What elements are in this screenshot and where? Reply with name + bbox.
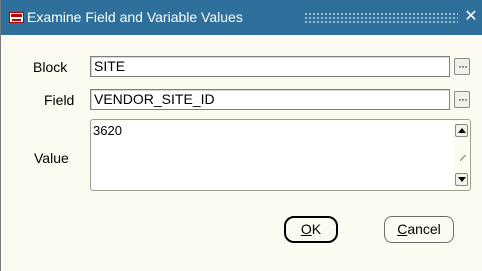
cancel-button[interactable]: Cancel — [384, 216, 454, 243]
close-icon[interactable]: ✕ — [462, 8, 480, 26]
block-lov-button[interactable]: ··· — [454, 58, 470, 75]
block-label: Block — [33, 59, 68, 75]
value-textarea[interactable]: 3620 — [90, 119, 471, 191]
ok-button[interactable]: OK — [284, 216, 338, 243]
examine-dialog: Examine Field and Variable Values ✕ Bloc… — [0, 0, 482, 271]
window-title: Examine Field and Variable Values — [27, 9, 243, 25]
field-lov-button[interactable]: ··· — [454, 91, 470, 108]
field-name-field[interactable]: VENDOR_SITE_ID — [90, 89, 450, 110]
ok-mnemonic: O — [300, 221, 312, 237]
title-bar-grip — [304, 12, 458, 24]
field-label: Field — [44, 92, 75, 108]
ok-label-rest: K — [311, 221, 322, 237]
cancel-label-rest: ancel — [407, 221, 441, 237]
oracle-forms-icon — [9, 12, 24, 23]
block-field[interactable]: SITE — [90, 56, 450, 77]
cancel-mnemonic: C — [397, 221, 408, 237]
scroll-grip-icon — [460, 155, 466, 161]
ellipsis-icon: ··· — [458, 59, 468, 73]
value-label: Value — [34, 150, 69, 166]
value-text[interactable]: 3620 — [92, 121, 454, 189]
title-bar[interactable]: Examine Field and Variable Values ✕ — [1, 0, 482, 35]
scroll-down-icon[interactable] — [455, 173, 468, 186]
scroll-up-icon[interactable] — [455, 124, 468, 137]
ellipsis-icon: ··· — [458, 92, 468, 106]
value-scrollbar[interactable] — [454, 121, 469, 189]
